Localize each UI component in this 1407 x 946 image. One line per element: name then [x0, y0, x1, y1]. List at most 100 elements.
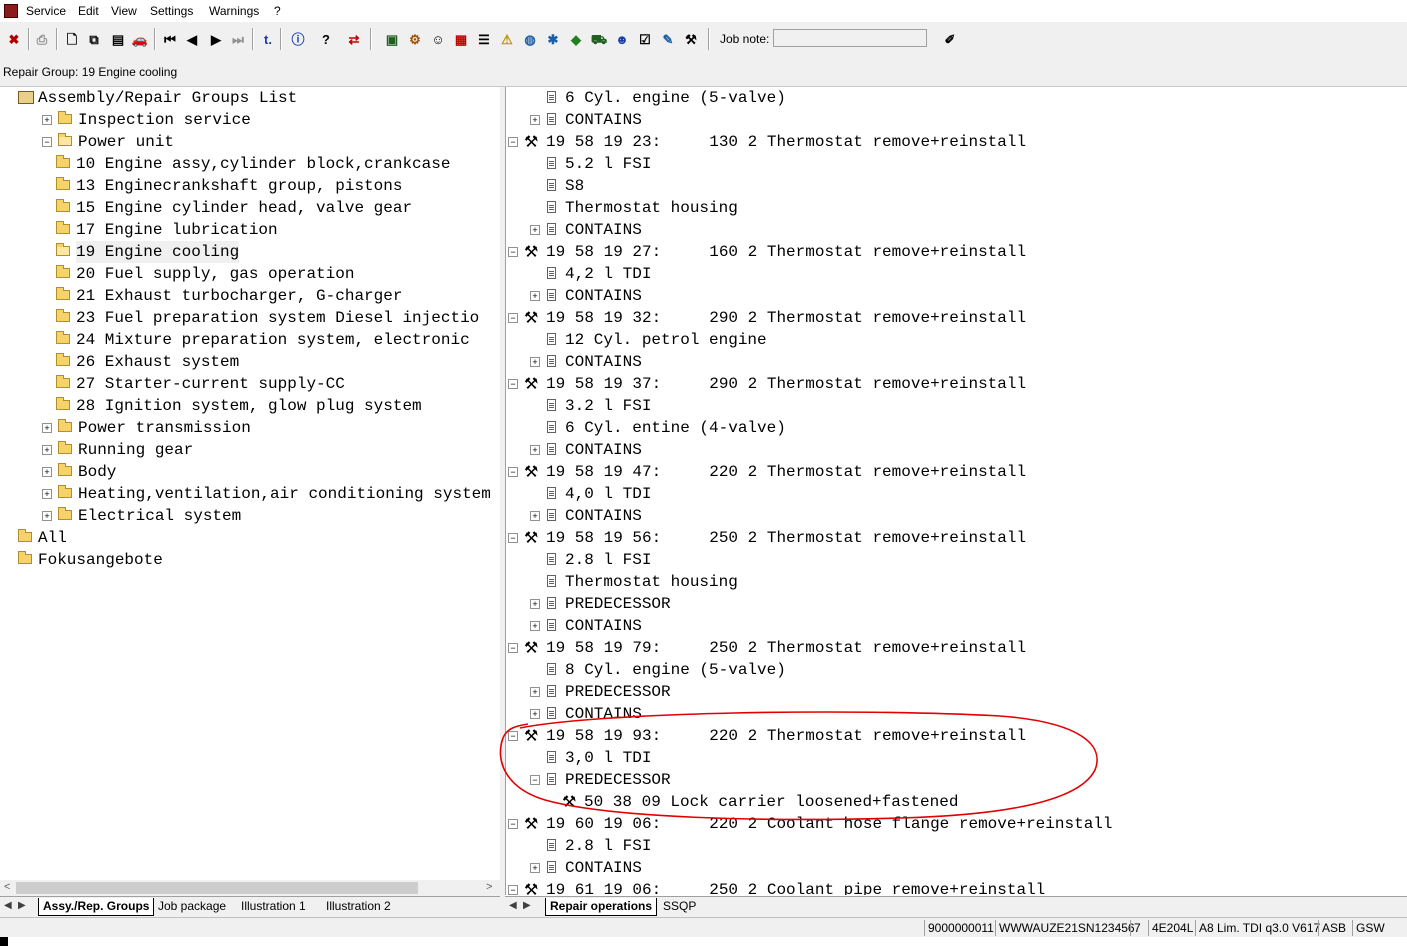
tab-prev-icon[interactable]: ◀	[509, 900, 517, 911]
tab-repair-operations[interactable]: Repair operations	[545, 898, 658, 916]
operation-detail-row[interactable]: + CONTAINS	[506, 505, 1406, 527]
collapse-icon[interactable]: −	[508, 533, 518, 543]
expand-icon[interactable]: +	[530, 621, 540, 631]
expand-icon[interactable]: +	[530, 115, 540, 125]
operation-detail-row[interactable]: + PREDECESSOR	[506, 593, 1406, 615]
globe-icon[interactable]: ◍	[520, 28, 540, 50]
car-icon[interactable]: 🚗	[130, 28, 150, 50]
tree-item[interactable]: + Running gear	[0, 439, 498, 461]
menu-edit[interactable]: Edit	[78, 4, 99, 18]
tree-item[interactable]: 28 Ignition system, glow plug system	[0, 395, 498, 417]
person-icon[interactable]: ☺	[428, 28, 448, 50]
collapse-icon[interactable]: −	[530, 775, 540, 785]
operation-detail-row[interactable]: ⚒ 50 38 09 Lock carrier loosened+fastened	[506, 791, 1406, 813]
job-note-edit-icon[interactable]: ✐	[940, 28, 960, 50]
tree-item[interactable]: 17 Engine lubrication	[0, 219, 498, 241]
expand-icon[interactable]: +	[42, 467, 52, 477]
operation-detail-row[interactable]: + CONTAINS	[506, 109, 1406, 131]
operation-detail-row[interactable]: 3.2 l FSI	[506, 395, 1406, 417]
next-icon[interactable]: ▶	[206, 28, 226, 50]
operation-detail-row[interactable]: 6 Cyl. engine (5-valve)	[506, 87, 1406, 109]
collapse-icon[interactable]: −	[508, 313, 518, 323]
tree-item[interactable]: 24 Mixture preparation system, electroni…	[0, 329, 498, 351]
expand-icon[interactable]: +	[42, 115, 52, 125]
operation-detail-row[interactable]: + CONTAINS	[506, 351, 1406, 373]
repair-operation-row[interactable]: − ⚒ 19 58 19 79: 250 2 Thermostat remove+r…	[506, 637, 1406, 659]
tree-item[interactable]: 15 Engine cylinder head, valve gear	[0, 197, 498, 219]
list-icon[interactable]: ☰	[474, 28, 494, 50]
tab-next-icon[interactable]: ▶	[18, 900, 26, 911]
repair-operation-row[interactable]: − ⚒ 19 61 19 06: 250 2 Coolant pipe remove…	[506, 879, 1406, 895]
expand-icon[interactable]: +	[530, 225, 540, 235]
help-icon[interactable]: ?	[316, 28, 336, 50]
last-icon[interactable]: ⏭	[228, 28, 248, 50]
expand-icon[interactable]: +	[530, 709, 540, 719]
operation-detail-row[interactable]: + CONTAINS	[506, 439, 1406, 461]
collapse-icon[interactable]: −	[508, 819, 518, 829]
tree-item[interactable]: + Power transmission	[0, 417, 498, 439]
repair-operation-row[interactable]: − ⚒ 19 58 19 32: 290 2 Thermostat remove+r…	[506, 307, 1406, 329]
expand-icon[interactable]: +	[530, 445, 540, 455]
tree-item[interactable]: + Electrical system	[0, 505, 498, 527]
expand-icon[interactable]: +	[530, 357, 540, 367]
tab-assy-rep-groups[interactable]: Assy./Rep. Groups	[38, 898, 155, 916]
operation-detail-row[interactable]: + CONTAINS	[506, 703, 1406, 725]
tab-next-icon[interactable]: ▶	[523, 900, 531, 911]
first-icon[interactable]: ⏮	[160, 28, 180, 50]
repair-operation-row[interactable]: − ⚒ 19 58 19 47: 220 2 Thermostat remove+r…	[506, 461, 1406, 483]
new-icon[interactable]: 🗋	[62, 28, 82, 50]
tree-item[interactable]: 13 Enginecrankshaft group, pistons	[0, 175, 498, 197]
operation-detail-row[interactable]: Thermostat housing	[506, 571, 1406, 593]
expand-icon[interactable]: +	[530, 599, 540, 609]
collapse-icon[interactable]: −	[508, 467, 518, 477]
tree-item[interactable]: + Heating,ventilation,air conditioning sy…	[0, 483, 498, 505]
scroll-left-icon[interactable]: <	[4, 881, 10, 893]
collapse-icon[interactable]: −	[508, 643, 518, 653]
tree-item[interactable]: 23 Fuel preparation system Diesel inject…	[0, 307, 498, 329]
scroll-thumb[interactable]	[16, 882, 418, 894]
menu-help[interactable]: ?	[274, 4, 281, 18]
copy-icon[interactable]: ⧉	[84, 28, 104, 50]
tree-item[interactable]: 10 Engine assy,cylinder block,crankcase	[0, 153, 498, 175]
book-icon[interactable]: ▣	[382, 28, 402, 50]
tab-illustration-2[interactable]: Illustration 2	[322, 898, 395, 915]
expand-icon[interactable]: +	[42, 511, 52, 521]
operation-detail-row[interactable]: 5.2 l FSI	[506, 153, 1406, 175]
repair-operation-row[interactable]: − ⚒ 19 58 19 56: 250 2 Thermostat remove+r…	[506, 527, 1406, 549]
scroll-right-icon[interactable]: >	[486, 881, 492, 893]
swap-icon[interactable]: ⇄	[344, 28, 364, 50]
operation-detail-row[interactable]: S8	[506, 175, 1406, 197]
document-icon[interactable]: ▤	[108, 28, 128, 50]
repair-operation-row[interactable]: − ⚒ 19 58 19 27: 160 2 Thermostat remove+r…	[506, 241, 1406, 263]
operation-detail-row[interactable]: + CONTAINS	[506, 285, 1406, 307]
tree-item[interactable]: 27 Starter-current supply-CC	[0, 373, 498, 395]
tab-illustration-1[interactable]: Illustration 1	[237, 898, 310, 915]
collapse-icon[interactable]: −	[42, 137, 52, 147]
expand-icon[interactable]: +	[530, 291, 540, 301]
tree-item[interactable]: + Inspection service	[0, 109, 498, 131]
expand-icon[interactable]: +	[42, 423, 52, 433]
repair-operation-row[interactable]: − ⚒ 19 58 19 23: 130 2 Thermostat remove+r…	[506, 131, 1406, 153]
collapse-icon[interactable]: −	[508, 731, 518, 741]
tree-item[interactable]: 26 Exhaust system	[0, 351, 498, 373]
vehicle-icon[interactable]: ⛟	[589, 28, 609, 50]
expand-icon[interactable]: +	[530, 863, 540, 873]
menu-service[interactable]: Service	[26, 4, 66, 18]
expand-icon[interactable]: +	[530, 687, 540, 697]
collapse-icon[interactable]: −	[508, 379, 518, 389]
menu-warnings[interactable]: Warnings	[209, 4, 259, 18]
collapse-icon[interactable]: −	[508, 885, 518, 895]
tree-item[interactable]: Fokusangebote	[0, 549, 498, 571]
checklist-icon[interactable]: ☑	[635, 28, 655, 50]
operation-detail-row[interactable]: 2.8 l FSI	[506, 835, 1406, 857]
operation-detail-row[interactable]: + PREDECESSOR	[506, 681, 1406, 703]
settings-icon[interactable]: ✱	[543, 28, 563, 50]
menu-view[interactable]: View	[111, 4, 137, 18]
collapse-icon[interactable]: −	[508, 137, 518, 147]
tree-item[interactable]: 20 Fuel supply, gas operation	[0, 263, 498, 285]
operation-detail-row[interactable]: + CONTAINS	[506, 857, 1406, 879]
tree-item[interactable]: 19 Engine cooling	[0, 241, 498, 263]
operation-detail-row[interactable]: + CONTAINS	[506, 219, 1406, 241]
notes-icon[interactable]: ✎	[658, 28, 678, 50]
print-icon[interactable]: ⎙	[32, 28, 52, 50]
